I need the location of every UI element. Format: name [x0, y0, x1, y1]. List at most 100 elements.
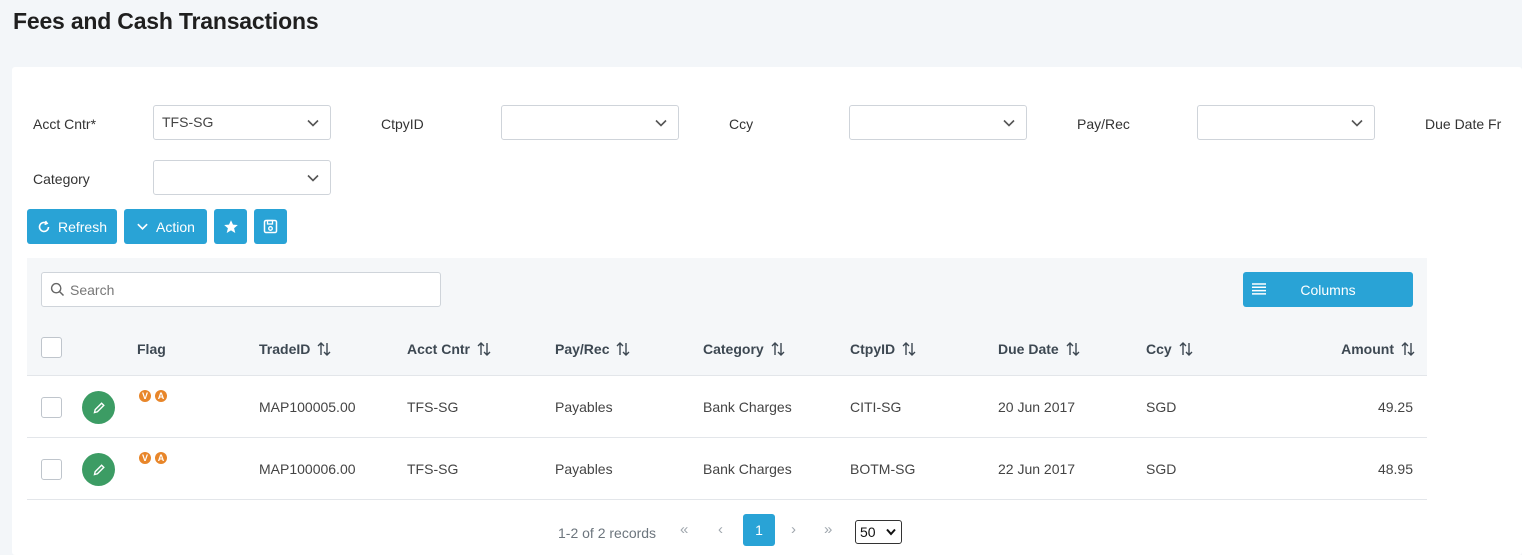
select-all-checkbox[interactable] [41, 337, 62, 358]
header-flag-label: Flag [137, 341, 166, 357]
chevron-down-icon [1351, 119, 1363, 127]
chevron-down-icon [655, 119, 667, 127]
pay-rec-select[interactable] [1197, 105, 1375, 140]
header-category[interactable]: Category [703, 341, 785, 357]
chevron-down-icon [1003, 119, 1015, 127]
acct-cntr-value: TFS-SG [162, 114, 214, 130]
ccy-select[interactable] [849, 105, 1027, 140]
header-pay-rec-label: Pay/Rec [555, 341, 610, 357]
cell-ctpy-id: BOTM-SG [850, 461, 916, 477]
header-ccy[interactable]: Ccy [1146, 341, 1193, 357]
edit-button[interactable] [82, 391, 115, 424]
cell-due-date: 22 Jun 2017 [998, 461, 1076, 477]
table-header: Flag TradeID Acct Cntr Pay/Rec Category … [27, 321, 1427, 376]
table-row[interactable]: V A MAP100006.00 TFS-SG Payables Bank Ch… [27, 438, 1427, 500]
header-ctpy-id[interactable]: CtpyID [850, 341, 916, 357]
page-size-select[interactable]: 50 [855, 520, 902, 544]
cell-trade-id: MAP100006.00 [259, 461, 356, 477]
header-trade-id-label: TradeID [259, 341, 311, 357]
columns-label: Columns [1300, 282, 1356, 298]
row-checkbox[interactable] [41, 397, 62, 418]
action-button[interactable]: Action [124, 209, 207, 244]
pay-rec-label: Pay/Rec [1077, 116, 1130, 132]
prev-page-button[interactable]: ‹ [718, 521, 723, 538]
save-icon [263, 219, 278, 234]
edit-button[interactable] [82, 453, 115, 486]
grid-toolbar: Columns [27, 258, 1427, 321]
flag-v-badge: V [139, 452, 151, 464]
sort-icon [1066, 342, 1080, 356]
page-title: Fees and Cash Transactions [13, 8, 319, 34]
header-pay-rec[interactable]: Pay/Rec [555, 341, 630, 357]
pencil-icon [93, 401, 105, 413]
sort-icon [317, 342, 331, 356]
category-label: Category [33, 171, 90, 187]
sort-icon [1179, 342, 1193, 356]
page-size-value: 50 [860, 524, 876, 540]
cell-due-date: 20 Jun 2017 [998, 399, 1076, 415]
flag-a-badge: A [155, 452, 167, 464]
header-ctpy-id-label: CtpyID [850, 341, 896, 357]
save-button[interactable] [254, 209, 287, 244]
next-page-button[interactable]: › [791, 521, 796, 538]
cell-ccy: SGD [1146, 461, 1177, 477]
sort-icon [477, 342, 491, 356]
due-date-from-label: Due Date Fr [1425, 116, 1502, 132]
search-input[interactable] [70, 279, 430, 301]
sort-icon [771, 342, 785, 356]
pencil-icon [93, 463, 105, 475]
refresh-button[interactable]: Refresh [27, 209, 117, 244]
main-card: Acct Cntr* TFS-SG CtpyID Ccy Pay/Rec Due… [12, 67, 1522, 555]
cell-acct-cntr: TFS-SG [407, 399, 459, 415]
cell-amount: 49.25 [1377, 399, 1413, 415]
cell-trade-id: MAP100005.00 [259, 399, 356, 415]
chevron-down-icon [886, 528, 896, 536]
cell-category: Bank Charges [703, 461, 792, 477]
cell-pay-rec: Payables [555, 461, 613, 477]
header-due-date-label: Due Date [998, 341, 1059, 357]
header-acct-cntr[interactable]: Acct Cntr [407, 341, 491, 357]
last-page-button[interactable]: » [824, 521, 832, 538]
acct-cntr-select[interactable]: TFS-SG [153, 105, 331, 140]
sort-icon [616, 342, 630, 356]
acct-cntr-label: Acct Cntr* [33, 116, 97, 132]
ctpy-id-select[interactable] [501, 105, 679, 140]
row-checkbox[interactable] [41, 459, 62, 480]
columns-button[interactable]: Columns [1243, 272, 1413, 307]
current-page-button[interactable]: 1 [743, 514, 775, 546]
chevron-down-icon [307, 174, 319, 182]
sort-icon [1401, 342, 1415, 356]
ccy-label: Ccy [729, 116, 754, 132]
sort-icon [902, 342, 916, 356]
header-amount[interactable]: Amount [1341, 341, 1415, 357]
table-row[interactable]: V A MAP100005.00 TFS-SG Payables Bank Ch… [27, 376, 1427, 438]
refresh-icon [38, 220, 50, 232]
cell-ccy: SGD [1146, 399, 1177, 415]
header-ccy-label: Ccy [1146, 341, 1172, 357]
cell-category: Bank Charges [703, 399, 792, 415]
star-icon [223, 219, 238, 233]
cell-ctpy-id: CITI-SG [850, 399, 902, 415]
favorite-button[interactable] [214, 209, 247, 244]
category-select[interactable] [153, 160, 331, 195]
cell-amount: 48.95 [1377, 461, 1413, 477]
header-category-label: Category [703, 341, 764, 357]
ctpy-id-label: CtpyID [381, 116, 424, 132]
flag-v-badge: V [139, 390, 151, 402]
flag-a-badge: A [155, 390, 167, 402]
header-flag: Flag [137, 341, 166, 357]
chevron-down-icon [307, 119, 319, 127]
search-box[interactable] [41, 272, 441, 307]
data-grid: Columns Flag TradeID Acct Cntr Pay/Rec C… [27, 258, 1427, 555]
first-page-button[interactable]: « [680, 521, 688, 538]
header-amount-label: Amount [1341, 341, 1394, 357]
header-due-date[interactable]: Due Date [998, 341, 1080, 357]
cell-pay-rec: Payables [555, 399, 613, 415]
search-icon [50, 282, 65, 297]
header-trade-id[interactable]: TradeID [259, 341, 331, 357]
pagination-info: 1-2 of 2 records [558, 525, 657, 541]
refresh-label: Refresh [57, 218, 108, 235]
chevron-down-icon [137, 223, 148, 231]
action-label: Action [156, 218, 195, 235]
cell-acct-cntr: TFS-SG [407, 461, 459, 477]
